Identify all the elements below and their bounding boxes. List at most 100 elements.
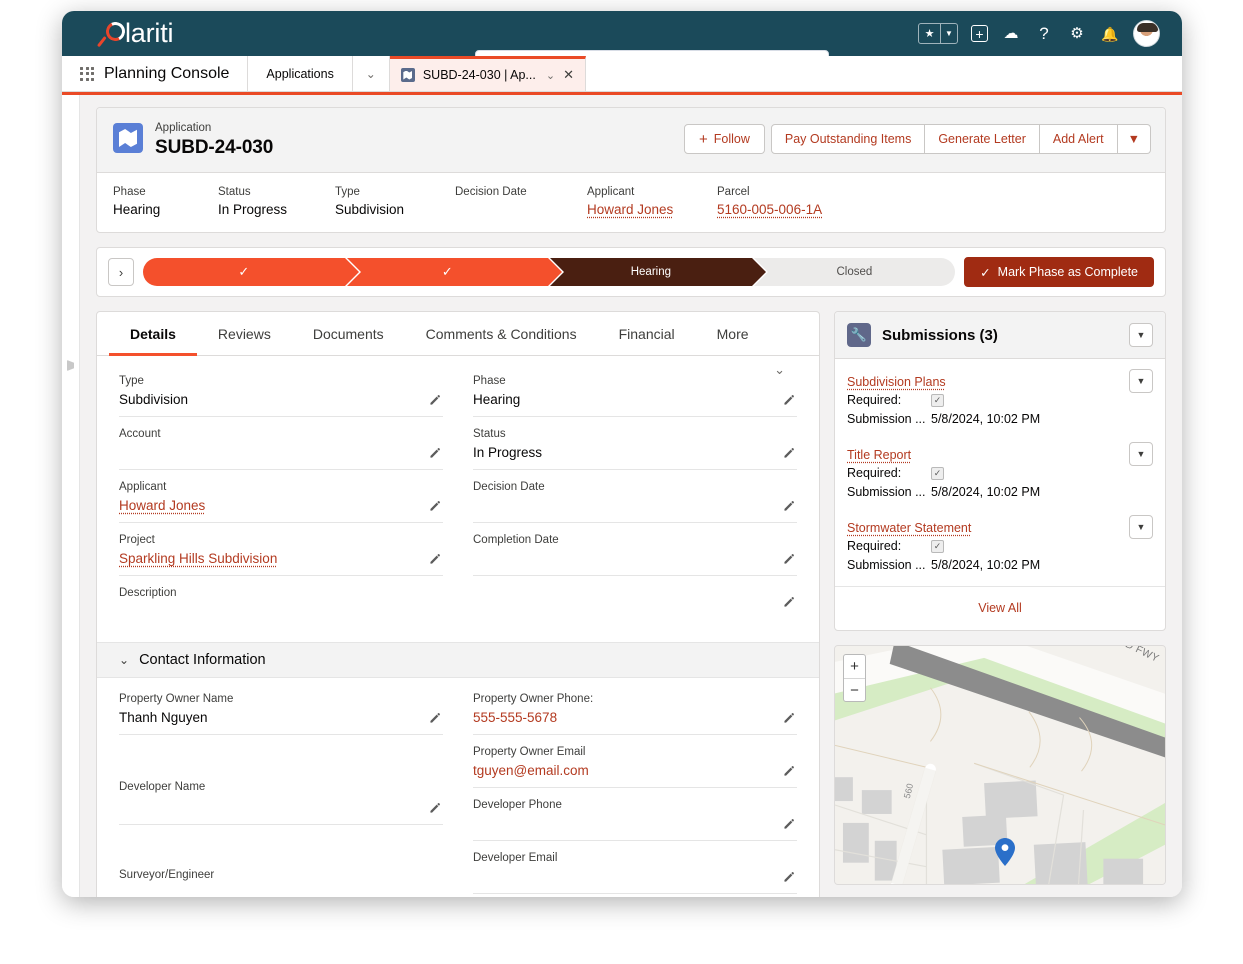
submission-row-menu-icon[interactable]: ▼ — [1129, 369, 1153, 393]
tab-comments-conditions[interactable]: Comments & Conditions — [405, 312, 598, 356]
pay-outstanding-items-button[interactable]: Pay Outstanding Items — [770, 124, 926, 154]
applicant-link[interactable]: Howard Jones — [587, 200, 717, 220]
field-value-link[interactable]: Howard Jones — [119, 495, 443, 516]
field-value — [473, 813, 797, 834]
required-checkbox[interactable]: ✓ — [931, 540, 944, 553]
edit-pencil-icon[interactable] — [428, 447, 441, 460]
submission-date-label: Submission ... — [847, 485, 926, 499]
edit-pencil-icon[interactable] — [782, 394, 795, 407]
contact-field-grid: Property Owner Name Thanh Nguyen Develop… — [119, 678, 797, 897]
field-label: Completion Date — [473, 534, 559, 546]
edit-pencil-icon[interactable] — [782, 765, 795, 778]
tab-financial[interactable]: Financial — [598, 312, 696, 356]
object-tab-subd-24-030[interactable]: SUBD-24-030 | Ap... ⌄ ✕ — [389, 56, 586, 91]
contact-information-section-header[interactable]: ⌄ Contact Information — [97, 642, 819, 678]
list-item: Subdivision Plans Required: ✓ Submission… — [847, 365, 1153, 438]
edit-pencil-icon[interactable] — [782, 500, 795, 513]
star-icon[interactable]: ★ — [919, 24, 940, 43]
nav-dropdown-icon[interactable]: ⌄ — [351, 56, 390, 91]
edit-pencil-icon[interactable] — [428, 394, 441, 407]
application-icon — [400, 68, 415, 82]
submission-row-menu-icon[interactable]: ▼ — [1129, 515, 1153, 539]
field-label: Surveyor/Engineer — [119, 869, 215, 881]
highlight-value: Subdivision — [335, 202, 405, 217]
edit-pencil-icon[interactable] — [428, 802, 441, 815]
list-item: Stormwater Statement Required: ✓ Submiss… — [847, 511, 1153, 584]
clariti-app-icon[interactable]: ☁ — [1001, 24, 1021, 44]
check-icon: ✓ — [980, 265, 991, 280]
path-previous-button[interactable]: › — [108, 258, 134, 286]
field-label: Decision Date — [473, 481, 545, 493]
more-actions-dropdown-icon[interactable]: ▼ — [1117, 124, 1151, 154]
edit-pencil-icon[interactable] — [782, 871, 795, 884]
left-sidebar-collapsed[interactable] — [62, 95, 80, 897]
field-value-link[interactable]: tguyen@email.com — [473, 760, 797, 781]
notifications-bell-icon[interactable]: 🔔 — [1100, 24, 1120, 44]
clariti-logo[interactable]: lariti — [96, 11, 174, 56]
path-step-1[interactable]: ✓ — [143, 258, 361, 286]
page-columns: Details Reviews Documents Comments & Con… — [96, 311, 1166, 897]
submissions-menu-icon[interactable]: ▼ — [1129, 323, 1153, 347]
edit-pencil-icon[interactable] — [782, 553, 795, 566]
edit-pencil-icon[interactable] — [428, 712, 441, 725]
submission-row-menu-icon[interactable]: ▼ — [1129, 442, 1153, 466]
help-icon[interactable]: ? — [1034, 24, 1054, 44]
setup-gear-icon[interactable]: ⚙ — [1067, 24, 1087, 44]
user-avatar[interactable] — [1133, 20, 1160, 47]
required-checkbox[interactable]: ✓ — [931, 394, 944, 407]
map-pin-icon[interactable] — [995, 838, 1015, 866]
required-label: Required: — [847, 539, 902, 553]
submission-link[interactable]: Stormwater Statement — [847, 521, 971, 535]
edit-pencil-icon[interactable] — [782, 712, 795, 725]
edit-pencil-icon[interactable] — [428, 553, 441, 566]
path-step-2[interactable]: ✓ — [346, 258, 565, 286]
edit-pencil-icon[interactable] — [428, 500, 441, 513]
map-zoom-in-button[interactable]: + — [844, 655, 865, 678]
path-step-closed[interactable]: Closed — [753, 258, 956, 286]
field-developer-phone: Developer Phone — [473, 788, 797, 841]
view-all-submissions[interactable]: View All — [835, 586, 1165, 630]
tab-reviews[interactable]: Reviews — [197, 312, 292, 356]
map-zoom-out-button[interactable]: − — [844, 678, 865, 701]
highlight-label: Type — [335, 186, 360, 198]
tab-close-icon[interactable]: ✕ — [563, 67, 574, 83]
mark-phase-complete-button[interactable]: ✓ Mark Phase as Complete — [964, 257, 1154, 287]
favorites-button[interactable]: ★ ▼ — [918, 23, 958, 44]
field-description: Description — [119, 576, 443, 628]
highlight-label: Status — [218, 186, 251, 198]
add-icon[interactable]: + — [971, 25, 988, 42]
field-label: Developer Name — [119, 781, 206, 793]
submission-link[interactable]: Subdivision Plans — [847, 375, 946, 389]
edit-pencil-icon[interactable] — [782, 596, 795, 609]
edit-pencil-icon[interactable] — [782, 818, 795, 831]
field-decision-date: Decision Date — [473, 470, 797, 523]
app-launcher-icon[interactable] — [62, 56, 104, 91]
tab-details[interactable]: Details — [109, 312, 197, 356]
field-value — [119, 795, 443, 816]
highlight-label: Applicant — [587, 186, 635, 198]
field-value-link[interactable]: Sparkling Hills Subdivision — [119, 548, 443, 569]
edit-pencil-icon[interactable] — [782, 447, 795, 460]
field-label: Phase — [473, 375, 506, 387]
field-grid: Type Subdivision Account Applicant Howar… — [119, 364, 797, 628]
required-label: Required: — [847, 466, 902, 480]
follow-button[interactable]: + Follow — [683, 124, 765, 154]
field-value-link[interactable]: 555-555-5678 — [473, 707, 797, 728]
tab-documents[interactable]: Documents — [292, 312, 405, 356]
submission-date-value: 5/8/2024, 10:02 PM — [931, 485, 1041, 499]
required-checkbox[interactable]: ✓ — [931, 467, 944, 480]
sidebar-expand-handle[interactable] — [67, 360, 74, 371]
add-alert-button[interactable]: Add Alert — [1039, 124, 1118, 154]
submission-link[interactable]: Title Report — [847, 448, 911, 462]
submissions-panel: 🔧 Submissions (3) ▼ Subdivision Plans Re… — [834, 311, 1166, 631]
highlight-label: Parcel — [717, 186, 750, 198]
field-applicant: Applicant Howard Jones — [119, 470, 443, 523]
tab-chevron-down-icon[interactable]: ⌄ — [546, 69, 555, 82]
tab-more[interactable]: More — [696, 312, 770, 356]
nav-item-applications[interactable]: Applications — [247, 56, 351, 91]
star-dropdown-icon[interactable]: ▼ — [940, 24, 957, 43]
parcel-map[interactable]: HOLLYWOOD FWY 560 + − — [834, 645, 1166, 885]
generate-letter-button[interactable]: Generate Letter — [925, 124, 1040, 154]
path-step-hearing[interactable]: Hearing — [550, 258, 768, 286]
parcel-link[interactable]: 5160-005-006-1A — [717, 200, 822, 220]
